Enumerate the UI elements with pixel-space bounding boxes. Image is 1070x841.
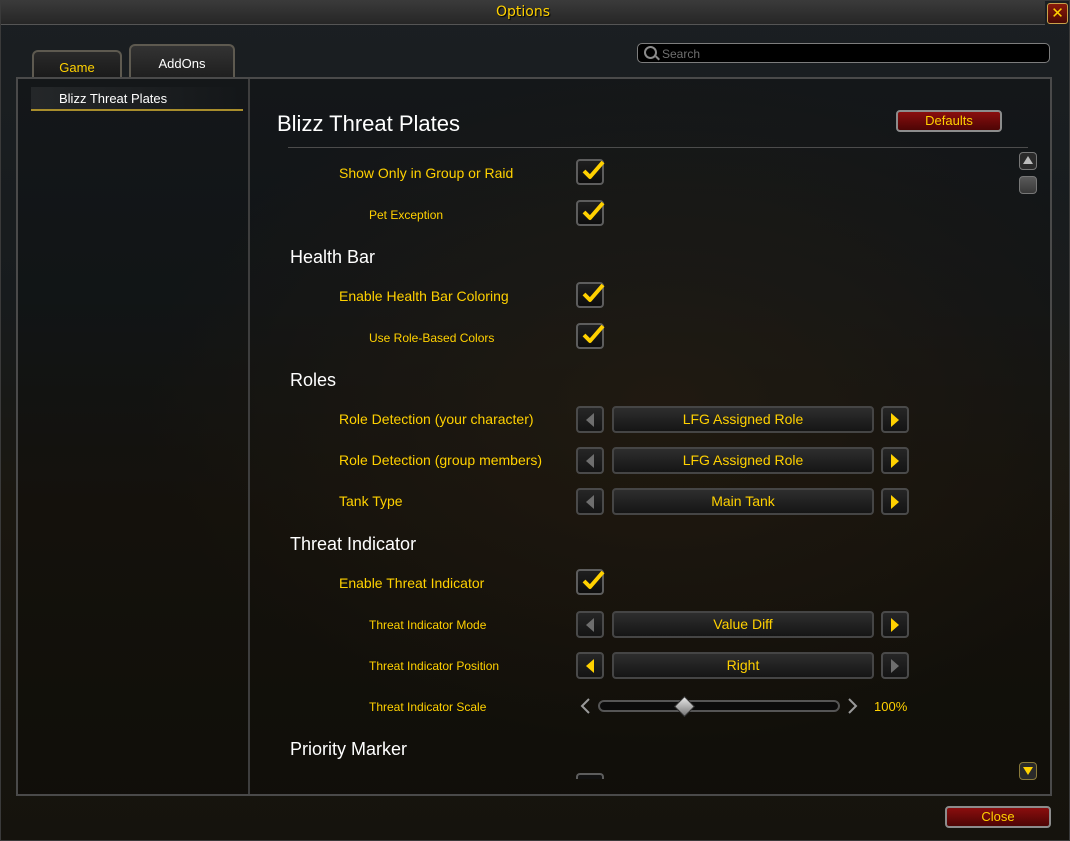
defaults-button[interactable]: Defaults <box>896 110 1002 132</box>
checkmark-icon <box>582 570 605 589</box>
priority-marker-heading: Priority Marker <box>290 739 408 759</box>
tank-type-prev[interactable] <box>576 488 604 515</box>
threat-indicator-position-dropdown[interactable]: Right <box>612 652 874 679</box>
threat-indicator-scale-value: 100% <box>874 699 908 714</box>
enable-threat-indicator-checkbox[interactable] <box>576 569 605 595</box>
checkmark-icon <box>582 160 605 179</box>
tank-type-next[interactable] <box>881 488 909 515</box>
role-detection-self-prev[interactable] <box>576 406 604 433</box>
threat-indicator-mode-prev[interactable] <box>576 611 604 638</box>
threat-indicator-scale-slider[interactable] <box>598 700 840 712</box>
threat-indicator-mode-next[interactable] <box>881 611 909 638</box>
arrow-left-icon <box>586 413 594 427</box>
role-detection-group-dropdown[interactable]: LFG Assigned Role <box>612 447 874 474</box>
arrow-left-icon <box>586 495 594 509</box>
title-bar[interactable]: Options <box>1 1 1045 25</box>
priority-marker-checkbox-partial[interactable] <box>576 773 604 779</box>
sidebar-divider <box>248 79 250 794</box>
title-divider <box>288 147 1028 148</box>
role-detection-group-label: Role Detection (group members) <box>339 452 543 468</box>
sidebar-item-blizz-threat-plates[interactable]: Blizz Threat Plates <box>31 87 243 111</box>
enable-health-bar-coloring-label: Enable Health Bar Coloring <box>339 288 509 304</box>
search-box[interactable] <box>637 43 1050 64</box>
arrow-left-icon <box>586 659 594 673</box>
use-role-based-colors-checkbox[interactable] <box>576 323 605 349</box>
show-only-group-raid-label: Show Only in Group or Raid <box>339 165 514 181</box>
content-panel <box>16 77 1052 796</box>
scrollbar-thumb[interactable] <box>1019 176 1037 194</box>
threat-indicator-position-next[interactable] <box>881 652 909 679</box>
search-icon <box>644 46 657 59</box>
close-button[interactable]: Close <box>945 806 1051 828</box>
arrow-right-icon <box>891 454 899 468</box>
arrow-right-icon <box>891 659 899 673</box>
role-detection-self-dropdown[interactable]: LFG Assigned Role <box>612 406 874 433</box>
arrow-right-icon <box>891 618 899 632</box>
pet-exception-label: Pet Exception <box>369 208 444 222</box>
tank-type-label: Tank Type <box>339 493 403 509</box>
roles-heading: Roles <box>290 370 337 390</box>
tab-addons[interactable]: AddOns <box>129 44 235 77</box>
sidebar-item-label: Blizz Threat Plates <box>59 91 168 106</box>
pet-exception-checkbox[interactable] <box>576 200 605 226</box>
search-input[interactable] <box>660 44 1044 64</box>
arrow-right-icon <box>891 413 899 427</box>
use-role-based-colors-label: Use Role-Based Colors <box>369 331 495 345</box>
enable-threat-indicator-label: Enable Threat Indicator <box>339 575 485 591</box>
role-detection-self-next[interactable] <box>881 406 909 433</box>
threat-indicator-position-prev[interactable] <box>576 652 604 679</box>
threat-indicator-position-label: Threat Indicator Position <box>369 659 500 673</box>
window-title: Options <box>495 4 551 20</box>
slider-decrease-icon[interactable] <box>579 698 591 714</box>
checkmark-icon <box>582 201 605 220</box>
role-detection-group-prev[interactable] <box>576 447 604 474</box>
options-window: Options ✕ Game AddOns Blizz Threat Plate… <box>0 0 1070 841</box>
arrow-left-icon <box>586 454 594 468</box>
page-title: Blizz Threat Plates <box>277 111 461 136</box>
arrow-right-icon <box>891 495 899 509</box>
threat-indicator-scale-label: Threat Indicator Scale <box>369 700 487 714</box>
checkmark-icon <box>582 283 605 302</box>
arrow-left-icon <box>586 618 594 632</box>
close-icon[interactable]: ✕ <box>1047 3 1068 24</box>
threat-indicator-mode-label: Threat Indicator Mode <box>369 618 487 632</box>
checkmark-icon <box>582 324 605 343</box>
tank-type-dropdown[interactable]: Main Tank <box>612 488 874 515</box>
role-detection-self-label: Role Detection (your character) <box>339 411 534 427</box>
show-only-group-raid-checkbox[interactable] <box>576 159 605 185</box>
threat-indicator-heading: Threat Indicator <box>290 534 417 554</box>
threat-indicator-mode-dropdown[interactable]: Value Diff <box>612 611 874 638</box>
slider-increase-icon[interactable] <box>847 698 859 714</box>
scroll-up-icon[interactable] <box>1019 152 1037 170</box>
enable-health-bar-coloring-checkbox[interactable] <box>576 282 605 308</box>
health-bar-heading: Health Bar <box>290 247 376 267</box>
tab-game[interactable]: Game <box>32 50 122 77</box>
scroll-down-icon[interactable] <box>1019 762 1037 780</box>
role-detection-group-next[interactable] <box>881 447 909 474</box>
